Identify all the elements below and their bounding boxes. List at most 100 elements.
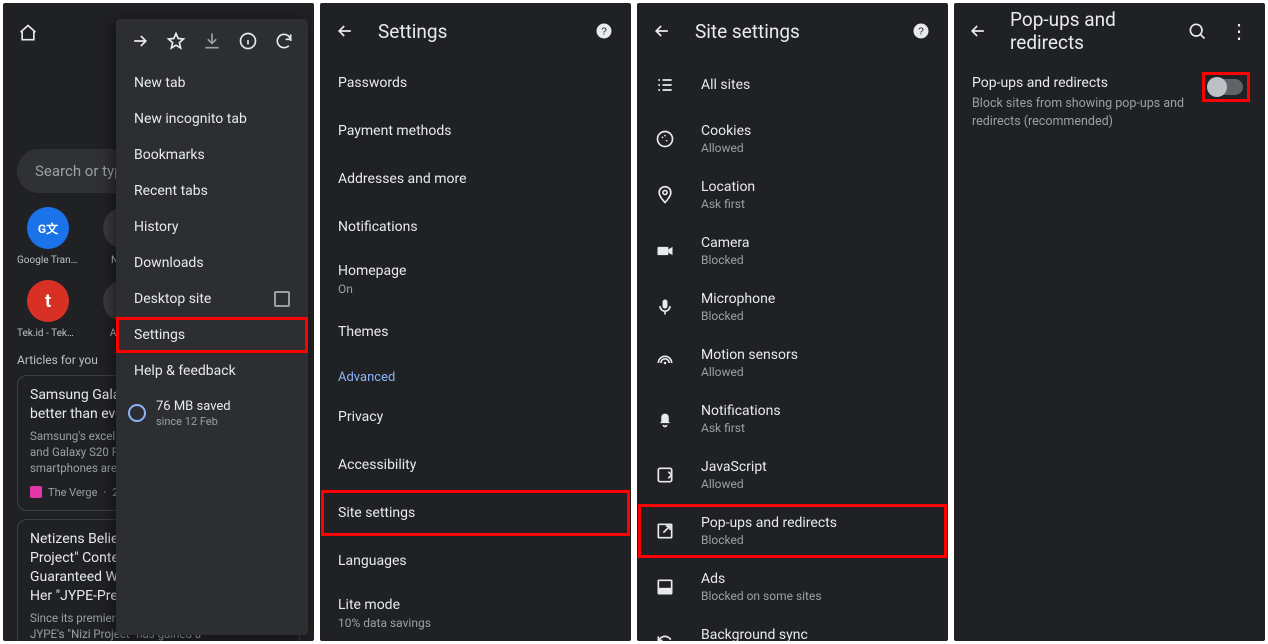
settings-item-label: Languages bbox=[338, 553, 407, 569]
menu-item-new-tab[interactable]: New tab bbox=[116, 65, 308, 101]
section-header-advanced: Advanced bbox=[320, 356, 631, 393]
site-setting-status: Blocked bbox=[701, 253, 750, 267]
site-setting-status: Allowed bbox=[701, 141, 751, 155]
menu-item-label: New incognito tab bbox=[134, 111, 247, 127]
data-saver-row[interactable]: 76 MB saved since 12 Feb bbox=[116, 389, 308, 442]
forward-icon[interactable] bbox=[130, 31, 150, 55]
header: Site settings ? bbox=[637, 3, 948, 59]
help-icon[interactable]: ? bbox=[910, 21, 932, 41]
site-setting-all-sites[interactable]: All sites bbox=[637, 59, 948, 111]
site-setting-background-sync[interactable]: Background syncAllowed bbox=[637, 615, 948, 641]
settings-item-passwords[interactable]: Passwords bbox=[320, 59, 631, 107]
settings-item-label: Site settings bbox=[338, 505, 415, 521]
site-setting-label: Ads bbox=[701, 571, 822, 587]
popups-toggle[interactable] bbox=[1209, 79, 1243, 95]
settings-item-themes[interactable]: Themes bbox=[320, 308, 631, 356]
shortcut-google-translate[interactable]: G文 Google Trans… bbox=[17, 207, 79, 266]
site-setting-label: Camera bbox=[701, 235, 750, 251]
settings-item-site-settings[interactable]: Site settings bbox=[320, 489, 631, 537]
settings-item-accessibility[interactable]: Accessibility bbox=[320, 441, 631, 489]
site-setting-javascript[interactable]: JavaScriptAllowed bbox=[637, 447, 948, 503]
info-icon[interactable] bbox=[238, 31, 258, 55]
checkbox-icon[interactable] bbox=[274, 291, 290, 307]
site-setting-label: Background sync bbox=[701, 627, 808, 641]
shortcut-tekid[interactable]: t Tek.id - Tekn… bbox=[17, 280, 79, 339]
popups-toggle-row: Pop-ups and redirects Block sites from s… bbox=[972, 75, 1247, 130]
site-setting-microphone[interactable]: MicrophoneBlocked bbox=[637, 279, 948, 335]
home-icon[interactable] bbox=[17, 23, 39, 43]
panel-popups-redirects: Pop-ups and redirects Pop-ups and redire… bbox=[954, 3, 1265, 641]
settings-item-privacy[interactable]: Privacy bbox=[320, 393, 631, 441]
menu-item-settings[interactable]: Settings bbox=[116, 317, 308, 353]
gauge-icon bbox=[128, 404, 146, 422]
settings-item-lite-mode[interactable]: Lite mode 10% data savings bbox=[320, 585, 631, 641]
settings-item-label: Addresses and more bbox=[338, 171, 467, 187]
page-title: Pop-ups and redirects bbox=[1010, 8, 1143, 54]
motion-icon bbox=[653, 353, 677, 373]
back-icon[interactable] bbox=[968, 21, 988, 41]
menu-item-help-feedback[interactable]: Help & feedback bbox=[116, 353, 308, 389]
camera-icon bbox=[653, 241, 677, 261]
settings-item-languages[interactable]: Languages bbox=[320, 537, 631, 585]
settings-item-label: Homepage bbox=[338, 263, 406, 279]
search-icon[interactable] bbox=[1187, 21, 1207, 41]
site-setting-cookies[interactable]: Cookies Allowed bbox=[637, 111, 948, 167]
settings-item-sub: 10% data savings bbox=[338, 616, 431, 630]
site-setting-status: Blocked on some sites bbox=[701, 589, 822, 603]
header: Pop-ups and redirects bbox=[954, 3, 1265, 59]
translate-icon: G文 bbox=[27, 207, 69, 249]
help-icon[interactable]: ? bbox=[593, 21, 615, 41]
page-title: Site settings bbox=[695, 20, 800, 43]
site-setting-location[interactable]: Location Ask first bbox=[637, 167, 948, 223]
menu-item-downloads[interactable]: Downloads bbox=[116, 245, 308, 281]
menu-item-label: Help & feedback bbox=[134, 363, 236, 379]
settings-item-label: Passwords bbox=[338, 75, 407, 91]
site-setting-label: All sites bbox=[701, 77, 750, 93]
page-title: Settings bbox=[378, 20, 447, 43]
site-setting-pop-ups-and-redirects[interactable]: Pop-ups and redirectsBlocked bbox=[637, 503, 948, 559]
site-setting-label: Location bbox=[701, 179, 755, 195]
mic-icon bbox=[653, 297, 677, 317]
settings-item-notifications[interactable]: Notifications bbox=[320, 203, 631, 251]
settings-item-label: Lite mode bbox=[338, 597, 400, 613]
panel-site-settings: Site settings ? All sites Cookies Allowed L… bbox=[637, 3, 948, 641]
menu-item-desktop-site[interactable]: Desktop site bbox=[116, 281, 308, 317]
site-setting-ads[interactable]: Ads Blocked on some sites bbox=[637, 559, 948, 615]
settings-item-label: Accessibility bbox=[338, 457, 416, 473]
back-icon[interactable] bbox=[651, 21, 673, 41]
list-icon bbox=[653, 75, 677, 95]
menu-item-recent-tabs[interactable]: Recent tabs bbox=[116, 173, 308, 209]
site-setting-status: Blocked bbox=[701, 309, 775, 323]
menu-item-new-incognito-tab[interactable]: New incognito tab bbox=[116, 101, 308, 137]
site-setting-label: Motion sensors bbox=[701, 347, 798, 363]
cookie-icon bbox=[653, 129, 677, 149]
site-setting-label: Cookies bbox=[701, 123, 751, 139]
more-icon[interactable] bbox=[1229, 19, 1249, 43]
row-title: Pop-ups and redirects bbox=[972, 75, 1195, 91]
settings-item-payment-methods[interactable]: Payment methods bbox=[320, 107, 631, 155]
settings-item-label: Notifications bbox=[338, 219, 418, 235]
menu-item-label: New tab bbox=[134, 75, 185, 91]
settings-item-label: Payment methods bbox=[338, 123, 451, 139]
site-setting-status: Allowed bbox=[701, 365, 798, 379]
star-icon[interactable] bbox=[166, 31, 186, 55]
site-setting-status: Ask first bbox=[701, 197, 755, 211]
js-icon bbox=[653, 465, 677, 485]
menu-item-history[interactable]: History bbox=[116, 209, 308, 245]
data-saved-since: since 12 Feb bbox=[156, 415, 231, 428]
location-icon bbox=[653, 185, 677, 205]
site-setting-notifications[interactable]: NotificationsAsk first bbox=[637, 391, 948, 447]
back-icon[interactable] bbox=[334, 21, 356, 41]
site-setting-camera[interactable]: Camera Blocked bbox=[637, 223, 948, 279]
panel-chrome-home: Search or type web address G文 Google Tra… bbox=[3, 3, 314, 641]
bell-icon bbox=[653, 409, 677, 429]
settings-item-homepage[interactable]: HomepageOn bbox=[320, 251, 631, 308]
site-setting-motion-sensors[interactable]: Motion sensors Allowed bbox=[637, 335, 948, 391]
settings-item-addresses-and-more[interactable]: Addresses and more bbox=[320, 155, 631, 203]
menu-item-bookmarks[interactable]: Bookmarks bbox=[116, 137, 308, 173]
highlight-box bbox=[1205, 75, 1247, 99]
site-setting-status: Ask first bbox=[701, 421, 781, 435]
download-icon[interactable] bbox=[202, 31, 222, 55]
menu-item-label: Desktop site bbox=[134, 291, 211, 307]
reload-icon[interactable] bbox=[274, 31, 294, 55]
